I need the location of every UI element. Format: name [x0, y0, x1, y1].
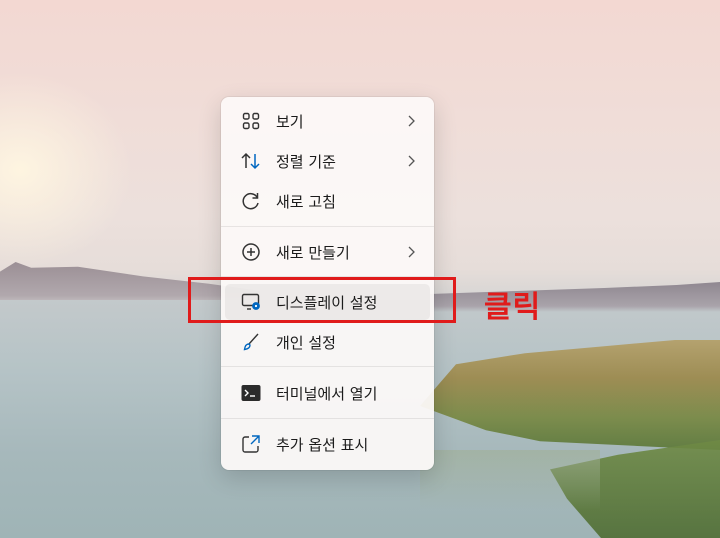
chevron-right-icon — [408, 246, 415, 258]
menu-item-show-more-options[interactable]: 추가 옵션 표시 — [225, 426, 430, 462]
menu-item-refresh[interactable]: 새로 고침 — [225, 183, 430, 219]
wallpaper-hills-right — [430, 282, 720, 312]
menu-item-label: 개인 설정 — [276, 333, 336, 352]
menu-item-new[interactable]: 새로 만들기 — [225, 234, 430, 270]
menu-item-label: 정렬 기준 — [276, 152, 336, 171]
menu-item-label: 새로 만들기 — [276, 243, 350, 262]
menu-item-open-terminal[interactable]: 터미널에서 열기 — [225, 375, 430, 411]
open-external-icon — [240, 433, 262, 455]
sort-arrows-icon — [240, 150, 262, 172]
menu-item-view[interactable]: 보기 — [225, 103, 430, 139]
menu-separator — [221, 226, 434, 227]
chevron-right-icon — [408, 115, 415, 127]
menu-item-personalize[interactable]: 개인 설정 — [225, 324, 430, 360]
brush-icon — [240, 331, 262, 353]
menu-item-sort-by[interactable]: 정렬 기준 — [225, 143, 430, 179]
grid-icon — [240, 110, 262, 132]
chevron-right-icon — [408, 155, 415, 167]
menu-separator — [221, 418, 434, 419]
click-annotation: 클릭 — [484, 290, 542, 325]
menu-separator — [221, 366, 434, 367]
terminal-icon — [240, 382, 262, 404]
menu-item-label: 추가 옵션 표시 — [276, 435, 369, 454]
highlight-box — [188, 277, 456, 323]
menu-item-label: 새로 고침 — [276, 192, 336, 211]
add-circle-icon — [240, 241, 262, 263]
wallpaper-reflection — [420, 450, 600, 510]
menu-item-label: 보기 — [276, 112, 304, 131]
refresh-icon — [240, 190, 262, 212]
menu-item-label: 터미널에서 열기 — [276, 384, 378, 403]
